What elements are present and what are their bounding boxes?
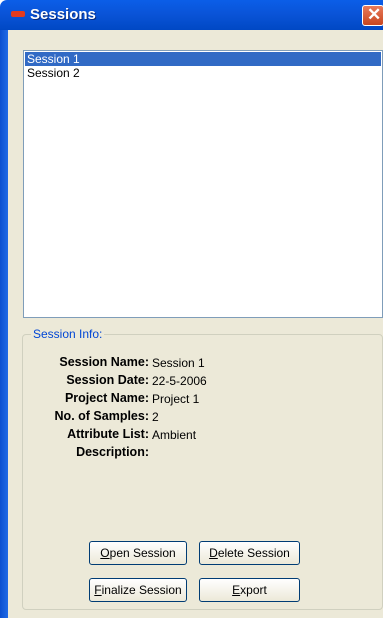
- delete-session-accel: D: [209, 546, 218, 560]
- session-name-value: Session 1: [152, 356, 205, 370]
- session-name-label: Session Name:: [59, 355, 149, 369]
- samples-count-label: No. of Samples:: [54, 409, 149, 423]
- session-info-legend: Session Info:: [31, 327, 105, 341]
- title-bar[interactable]: Sessions ✕: [0, 0, 383, 30]
- close-icon: ✕: [367, 5, 382, 24]
- description-label: Description:: [76, 445, 149, 459]
- attribute-list-label: Attribute List:: [67, 427, 149, 441]
- samples-count-value: 2: [152, 410, 159, 424]
- open-session-label: pen Session: [109, 546, 176, 560]
- sessions-listbox[interactable]: Session 1 Session 2: [23, 50, 383, 318]
- open-session-accel: O: [100, 546, 110, 560]
- delete-session-label: elete Session: [217, 546, 290, 560]
- project-name-label: Project Name:: [64, 391, 149, 405]
- open-session-button[interactable]: Open Session: [89, 541, 187, 565]
- delete-session-button[interactable]: Delete Session: [199, 541, 300, 565]
- list-item-session-1[interactable]: Session 1: [25, 52, 381, 66]
- app-icon: [11, 11, 25, 17]
- attribute-list-value: Ambient: [152, 428, 197, 442]
- session-date-label: Session Date:: [66, 373, 149, 387]
- finalize-session-accel: F: [94, 583, 102, 597]
- export-button[interactable]: Export: [199, 578, 300, 602]
- window-title: Sessions: [30, 6, 96, 23]
- finalize-session-label: inalize Session: [101, 583, 182, 597]
- export-label: xport: [240, 583, 267, 597]
- export-accel: E: [232, 583, 241, 597]
- sessions-window: Sessions ✕ Session 1 Session 2 Session I…: [0, 0, 383, 618]
- session-date-value: 22-5-2006: [152, 374, 207, 388]
- finalize-session-button[interactable]: Finalize Session: [89, 578, 187, 602]
- close-button[interactable]: ✕: [362, 5, 383, 26]
- window-frame-left: [0, 30, 8, 618]
- list-item-session-2[interactable]: Session 2: [25, 66, 381, 80]
- project-name-value: Project 1: [152, 392, 200, 406]
